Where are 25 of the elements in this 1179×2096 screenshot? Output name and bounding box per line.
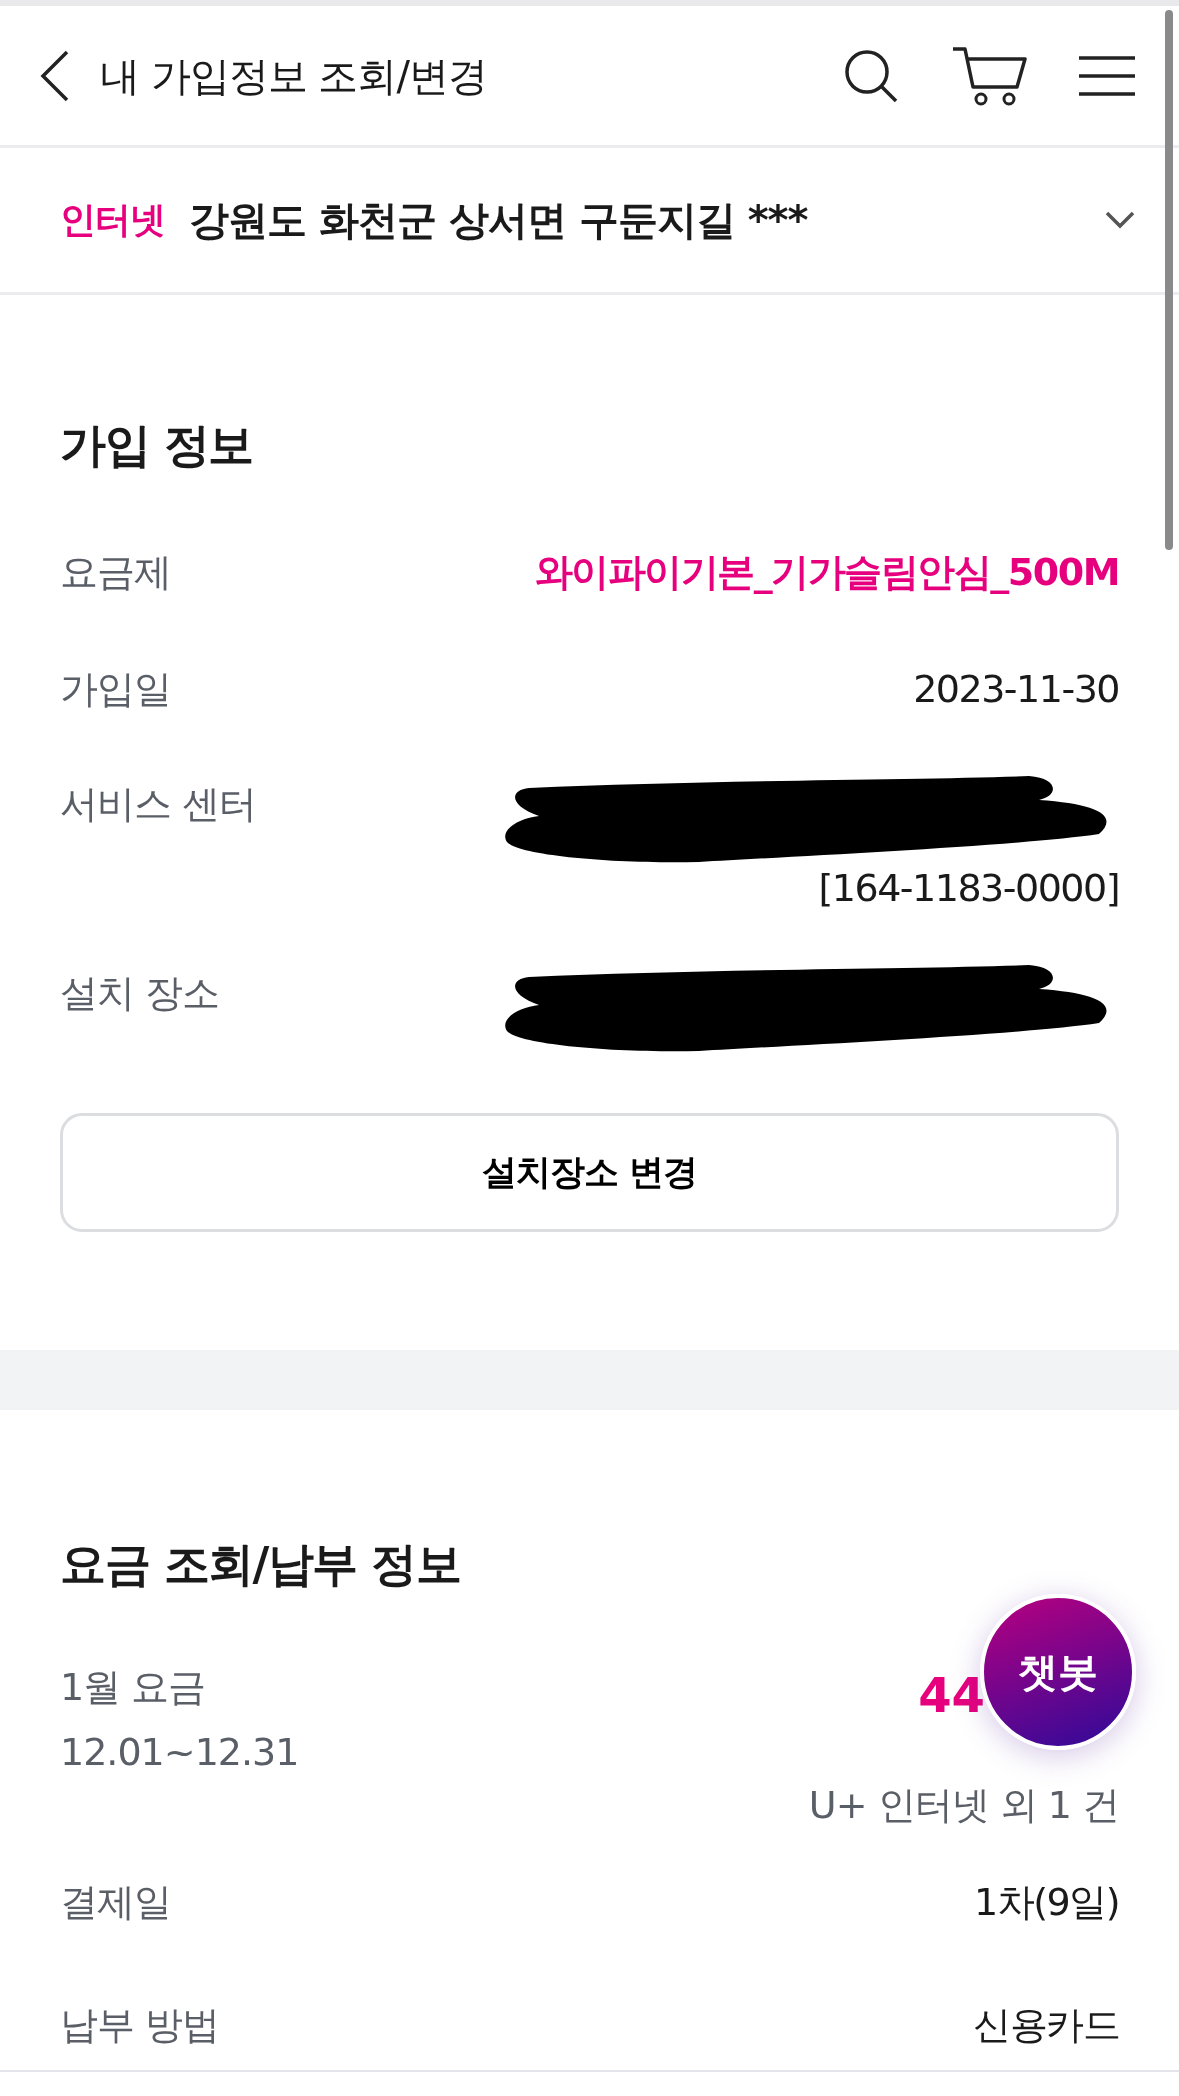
- billing-period: 12.01~12.31: [60, 1729, 299, 1776]
- section-title: 요금 조회/납부 정보: [60, 1536, 462, 1593]
- field-value: [164-1183-0000]: [818, 865, 1119, 912]
- chevron-icon[interactable]: [1105, 211, 1135, 229]
- field-value: 2023-11-30: [913, 666, 1119, 713]
- page-title: 내 가입정보 조회/변경: [100, 51, 488, 101]
- field-label: 결제일: [60, 1879, 171, 1926]
- menu-icon[interactable]: [1079, 54, 1135, 97]
- field-label: 요금제: [60, 549, 171, 596]
- cart-icon[interactable]: [951, 44, 1027, 107]
- field-label: 서비스 센터: [60, 781, 257, 828]
- field-label: 가입일: [60, 666, 171, 713]
- bill-month-label: 1월 요금: [60, 1664, 207, 1711]
- field-label: 납부 방법: [60, 2002, 220, 2049]
- field-value: 와이파이기본_기가슬림안심_500M: [534, 549, 1119, 596]
- service-type-label: 인터넷: [60, 198, 165, 242]
- field-value: 1차(9일): [974, 1879, 1119, 1926]
- field-label: 설치 장소: [60, 970, 220, 1017]
- field-value: 신용카드: [973, 2002, 1119, 2049]
- search-icon[interactable]: [843, 47, 899, 104]
- back-icon[interactable]: [40, 49, 70, 102]
- bill-note: U+ 인터넷 외 1 건: [808, 1782, 1119, 1829]
- change-location-button[interactable]: 설치장소 변경: [60, 1113, 1119, 1232]
- section-title: 가입 정보: [60, 417, 254, 474]
- address-text: 강원도 화천군 상서면 구둔지길 ***: [189, 196, 809, 245]
